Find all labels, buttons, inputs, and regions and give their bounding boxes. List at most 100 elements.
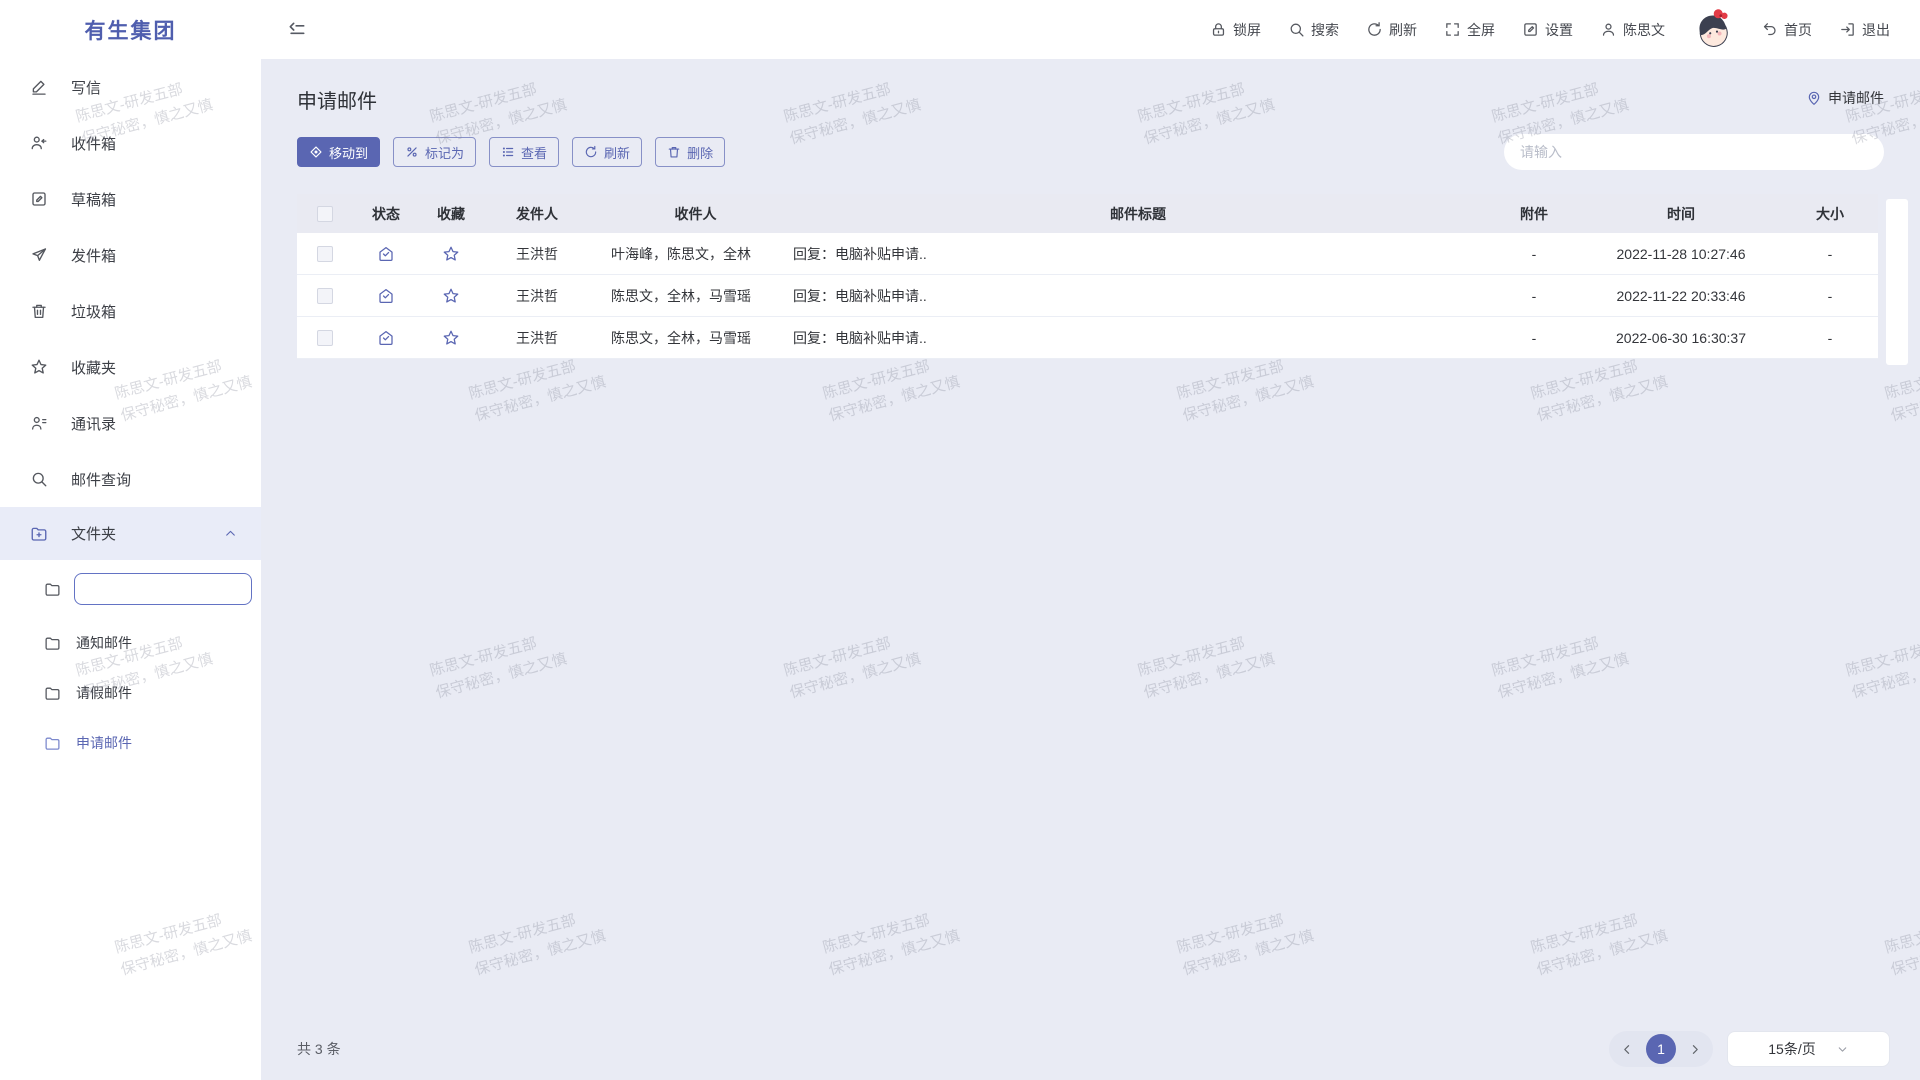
search-icon xyxy=(1288,21,1305,38)
breadcrumb: 申请邮件 xyxy=(1806,88,1884,108)
cell-attachment: - xyxy=(1488,246,1580,262)
total-count: 共 3 条 xyxy=(297,1039,341,1059)
sidebar-item-trash[interactable]: 垃圾箱 xyxy=(0,283,261,339)
table-search-input[interactable] xyxy=(1504,134,1884,170)
mail-read-status-icon xyxy=(353,245,419,263)
sidebar-item-folders[interactable]: 文件夹 xyxy=(0,507,261,560)
favorite-star-icon[interactable] xyxy=(419,287,483,305)
exit-icon xyxy=(1839,21,1856,38)
page-number-button[interactable]: 1 xyxy=(1646,1034,1676,1064)
search-icon xyxy=(30,470,48,488)
folder-item-notice[interactable]: 通知邮件 xyxy=(0,618,261,668)
cell-recipients: 陈思文，全林，马雪瑶 xyxy=(603,328,788,348)
user-avatar[interactable] xyxy=(1688,4,1739,55)
folder-item-leave[interactable]: 请假邮件 xyxy=(0,668,261,718)
trash-icon xyxy=(667,145,681,159)
fullscreen-button[interactable]: 全屏 xyxy=(1444,20,1495,40)
column-status: 状态 xyxy=(353,204,419,224)
cell-recipients: 陈思文，全林，马雪瑶 xyxy=(603,286,788,306)
search-button[interactable]: 搜索 xyxy=(1288,20,1339,40)
main-content: 申请邮件 申请邮件 移动到 标记为 查看 刷新 删除 xyxy=(261,59,1920,1080)
chevron-down-icon xyxy=(1836,1043,1849,1056)
menu-fold-icon[interactable] xyxy=(287,20,307,40)
cell-subject[interactable]: 回复：电脑补贴申请.. xyxy=(788,328,1488,348)
view-button[interactable]: 查看 xyxy=(489,137,559,167)
cell-sender: 王洪哲 xyxy=(483,244,603,264)
page-title: 申请邮件 xyxy=(297,85,377,114)
cell-subject[interactable]: 回复：电脑补贴申请.. xyxy=(788,244,1488,264)
column-recipients: 收件人 xyxy=(603,204,788,224)
mail-read-status-icon xyxy=(353,329,419,347)
pagination: 1 xyxy=(1609,1031,1713,1067)
folder-icon xyxy=(44,635,61,652)
refresh-list-button[interactable]: 刷新 xyxy=(572,137,642,167)
prev-page-button[interactable] xyxy=(1621,1043,1634,1056)
select-all-checkbox[interactable] xyxy=(317,206,333,222)
cell-attachment: - xyxy=(1488,288,1580,304)
new-folder-row xyxy=(0,560,261,618)
mark-as-button[interactable]: 标记为 xyxy=(393,137,476,167)
lock-screen-button[interactable]: 锁屏 xyxy=(1210,20,1261,40)
current-user-button[interactable]: 陈思文 xyxy=(1600,20,1665,40)
favorite-star-icon[interactable] xyxy=(419,329,483,347)
folder-plus-icon xyxy=(30,525,48,543)
sidebar-item-drafts[interactable]: 草稿箱 xyxy=(0,171,261,227)
cell-size: - xyxy=(1782,330,1878,346)
cell-time: 2022-06-30 16:30:37 xyxy=(1580,330,1782,346)
sidebar-item-contacts[interactable]: 通讯录 xyxy=(0,395,261,451)
row-checkbox[interactable] xyxy=(317,330,333,346)
cell-attachment: - xyxy=(1488,330,1580,346)
cell-subject[interactable]: 回复：电脑补贴申请.. xyxy=(788,286,1488,306)
chevron-up-icon[interactable] xyxy=(224,527,237,540)
mail-read-status-icon xyxy=(353,287,419,305)
column-favorite: 收藏 xyxy=(419,204,483,224)
sidebar-item-sent[interactable]: 发件箱 xyxy=(0,227,261,283)
next-page-button[interactable] xyxy=(1688,1043,1701,1056)
table-scrollbar-gutter[interactable] xyxy=(1886,199,1908,365)
list-icon xyxy=(501,145,515,159)
paper-plane-icon xyxy=(30,246,48,264)
toolbar: 移动到 标记为 查看 刷新 删除 xyxy=(297,134,1884,170)
table-footer: 共 3 条 1 15条/页 xyxy=(297,1018,1890,1080)
delete-button[interactable]: 删除 xyxy=(655,137,725,167)
cell-sender: 王洪哲 xyxy=(483,286,603,306)
sidebar-item-compose[interactable]: 写信 xyxy=(0,59,261,115)
move-to-button[interactable]: 移动到 xyxy=(297,137,380,167)
pencil-icon xyxy=(30,78,48,96)
new-folder-input[interactable] xyxy=(74,573,252,605)
sidebar-item-favorites[interactable]: 收藏夹 xyxy=(0,339,261,395)
table-body: 王洪哲 叶海峰，陈思文，全林 回复：电脑补贴申请.. - 2022-11-28 … xyxy=(297,233,1878,359)
folder-item-apply[interactable]: 申请邮件 xyxy=(0,718,261,768)
location-pin-icon xyxy=(1806,90,1822,106)
folder-icon xyxy=(44,581,61,598)
cell-size: - xyxy=(1782,246,1878,262)
table-row[interactable]: 王洪哲 叶海峰，陈思文，全林 回复：电脑补贴申请.. - 2022-11-28 … xyxy=(297,233,1878,275)
person-icon xyxy=(1600,21,1617,38)
top-header: 有生集团 锁屏 搜索 刷新 全屏 设置 陈思文 xyxy=(0,0,1920,59)
page-size-select[interactable]: 15条/页 xyxy=(1727,1031,1890,1067)
table-row[interactable]: 王洪哲 陈思文，全林，马雪瑶 回复：电脑补贴申请.. - 2022-06-30 … xyxy=(297,317,1878,359)
move-icon xyxy=(309,145,323,159)
draft-icon xyxy=(30,190,48,208)
column-size: 大小 xyxy=(1782,204,1878,224)
column-attachment: 附件 xyxy=(1488,204,1580,224)
fullscreen-icon xyxy=(1444,21,1461,38)
row-checkbox[interactable] xyxy=(317,246,333,262)
sidebar-item-inbox[interactable]: 收件箱 xyxy=(0,115,261,171)
sidebar-item-mail-search[interactable]: 邮件查询 xyxy=(0,451,261,507)
trash-icon xyxy=(30,302,48,320)
cell-time: 2022-11-28 10:27:46 xyxy=(1580,246,1782,262)
settings-button[interactable]: 设置 xyxy=(1522,20,1573,40)
favorite-star-icon[interactable] xyxy=(419,245,483,263)
home-button[interactable]: 首页 xyxy=(1761,20,1812,40)
table-row[interactable]: 王洪哲 陈思文，全林，马雪瑶 回复：电脑补贴申请.. - 2022-11-22 … xyxy=(297,275,1878,317)
logout-button[interactable]: 退出 xyxy=(1839,20,1890,40)
refresh-icon xyxy=(1366,21,1383,38)
person-arrow-icon xyxy=(30,134,48,152)
column-sender: 发件人 xyxy=(483,204,603,224)
table-header-row: 状态 收藏 发件人 收件人 邮件标题 附件 时间 大小 xyxy=(297,194,1878,233)
refresh-button[interactable]: 刷新 xyxy=(1366,20,1417,40)
star-icon xyxy=(30,358,48,376)
row-checkbox[interactable] xyxy=(317,288,333,304)
edit-square-icon xyxy=(1522,21,1539,38)
